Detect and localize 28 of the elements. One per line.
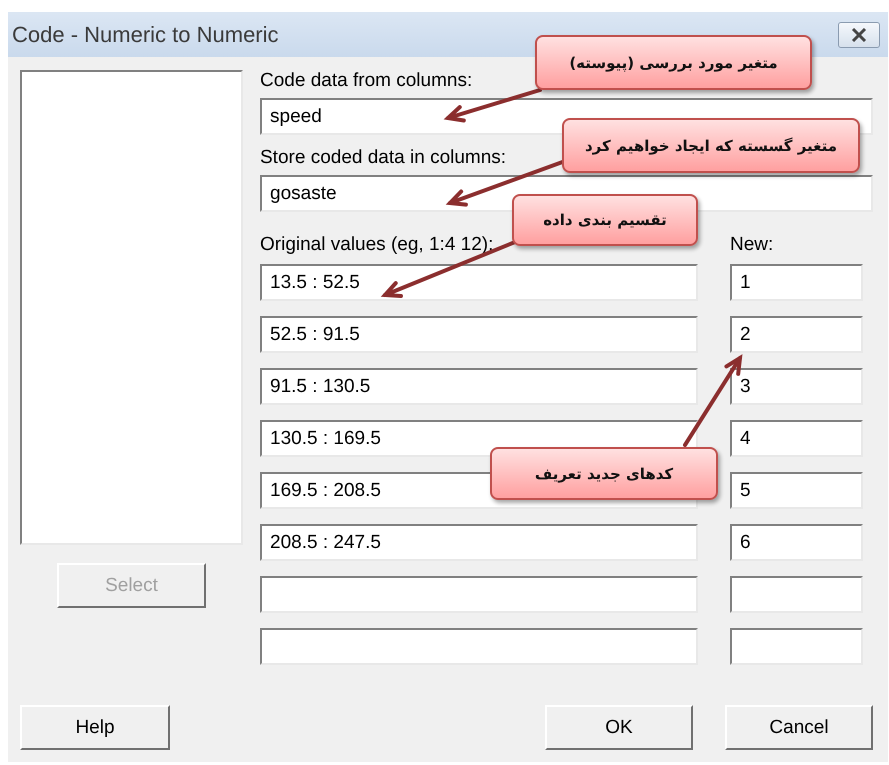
callout-tooltip: تقسیم بندی داده <box>512 194 698 246</box>
new-value-field[interactable] <box>730 576 863 613</box>
help-button[interactable]: Help <box>20 705 170 750</box>
new-value-field[interactable]: 4 <box>730 420 863 457</box>
original-value-field[interactable]: 13.5 : 52.5 <box>260 264 698 301</box>
callout-tooltip: کدهای جدید تعریف <box>490 447 718 500</box>
original-value-field[interactable] <box>260 628 698 665</box>
cancel-button[interactable]: Cancel <box>725 705 873 750</box>
original-value-field[interactable]: 52.5 : 91.5 <box>260 316 698 353</box>
ok-button[interactable]: OK <box>545 705 693 750</box>
new-value-field[interactable]: 3 <box>730 368 863 405</box>
new-value-field[interactable]: 5 <box>730 472 863 509</box>
new-value-field[interactable] <box>730 628 863 665</box>
original-value-field[interactable]: 208.5 : 247.5 <box>260 524 698 561</box>
field-label: Code data from columns: <box>260 70 472 92</box>
window-title: Code - Numeric to Numeric <box>12 22 279 48</box>
original-value-field[interactable] <box>260 576 698 613</box>
field-label: Store coded data in columns: <box>260 147 506 169</box>
close-icon <box>851 28 867 42</box>
column-label: Original values (eg, 1:4 12): <box>260 234 494 256</box>
new-value-field[interactable]: 2 <box>730 316 863 353</box>
new-value-field[interactable]: 1 <box>730 264 863 301</box>
new-value-field[interactable]: 6 <box>730 524 863 561</box>
callout-tooltip: متغیر گسسته که ایجاد خواهیم کرد <box>562 118 860 173</box>
original-value-field[interactable]: 91.5 : 130.5 <box>260 368 698 405</box>
callout-tooltip: متغیر مورد بررسی (پیوسته) <box>535 35 812 90</box>
close-button[interactable] <box>838 22 880 48</box>
column-label: New: <box>730 234 774 256</box>
